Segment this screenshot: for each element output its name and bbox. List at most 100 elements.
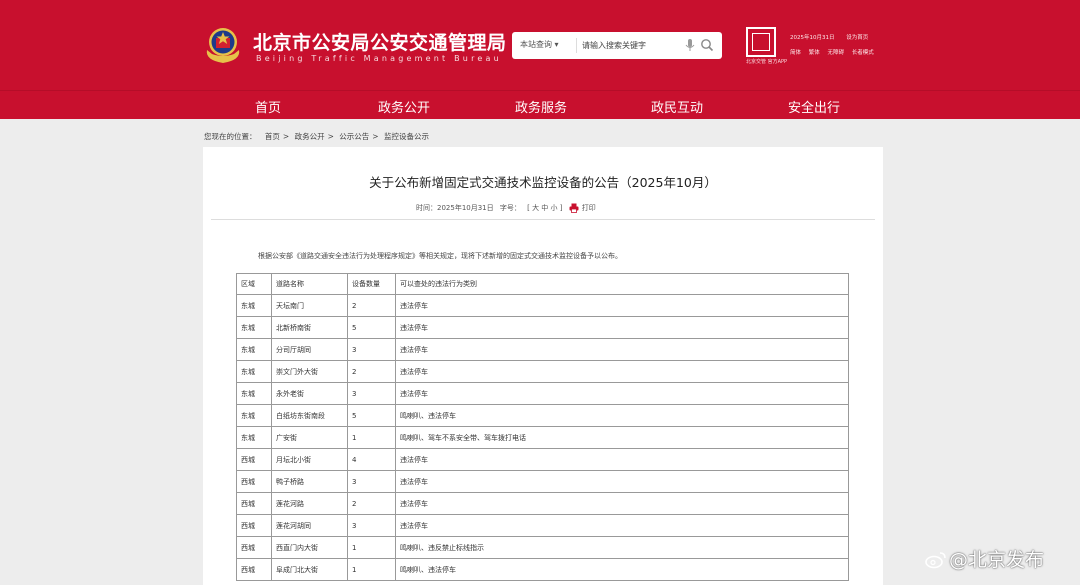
nav-government-affairs[interactable]: 政务公开: [378, 97, 430, 116]
table-header-cell: 可以查处的违法行为类别: [395, 273, 849, 295]
site-title: 北京市公安局公安交通管理局: [253, 32, 507, 54]
breadcrumb-government-affairs[interactable]: 政务公开: [295, 132, 325, 141]
table-cell: 西城: [236, 470, 272, 493]
table-cell: 北新桥南街: [271, 316, 348, 339]
table-cell: 西城: [236, 514, 272, 537]
table-cell: 月坛北小街: [271, 448, 348, 471]
app-qr-logo-icon[interactable]: [746, 27, 776, 57]
article-title: 关于公布新增固定式交通技术监控设备的公告（2025年10月）: [369, 175, 717, 190]
main-nav: 首页 政务公开 政务服务 政民互动 安全出行: [0, 90, 1080, 119]
table-cell: 4: [347, 448, 396, 471]
table-row: 西城 月坛北小街 4 违法停车: [236, 448, 849, 471]
table-cell: 违法停车: [395, 360, 849, 383]
breadcrumb-home[interactable]: 首页: [265, 132, 280, 141]
table-cell: 西城: [236, 492, 272, 515]
table-cell: 5: [347, 316, 396, 339]
nav-home[interactable]: 首页: [255, 97, 281, 116]
table-cell: 东城: [236, 316, 272, 339]
table-cell: 西直门内大街: [271, 536, 348, 559]
table-row: 东城 白纸坊东街南段 5 鸣喇叭、违法停车: [236, 404, 849, 427]
print-icon[interactable]: [569, 203, 579, 213]
nav-safe-travel[interactable]: 安全出行: [788, 97, 840, 116]
header-date: 2025年10月31日: [790, 35, 835, 41]
table-row: 西城 莲花河胡同 3 违法停车: [236, 514, 849, 537]
traditional-link[interactable]: 繁体: [809, 50, 820, 56]
table-cell: 3: [347, 382, 396, 405]
breadcrumb: 您现在的位置： 首页 > 政务公开 > 公示公告 > 监控设备公示: [204, 132, 429, 141]
breadcrumb-label: 您现在的位置：: [204, 132, 257, 141]
table-cell: 鸭子桥路: [271, 470, 348, 493]
publish-date: 时间：2025年10月31日: [416, 204, 494, 212]
table-cell: 2: [347, 492, 396, 515]
search-icon[interactable]: [700, 38, 714, 52]
table-row: 西城 鸭子桥路 3 违法停车: [236, 470, 849, 493]
simplified-link[interactable]: 简体: [790, 50, 801, 56]
breadcrumb-announcements[interactable]: 公示公告: [339, 132, 369, 141]
table-cell: 永外老街: [271, 382, 348, 405]
table-cell: 东城: [236, 382, 272, 405]
table-cell: 崇文门外大街: [271, 360, 348, 383]
table-cell: 鸣喇叭、驾车不系安全带、驾车拨打电话: [395, 426, 849, 449]
breadcrumb-current[interactable]: 监控设备公示: [384, 132, 429, 141]
table-header-cell: 区域: [236, 273, 272, 295]
table-cell: 分司厅胡同: [271, 338, 348, 361]
table-cell: 西城: [236, 448, 272, 471]
article-intro: 根据公安部《道路交通安全违法行为处理程序规定》等相关规定，现将下述新增的固定式交…: [258, 252, 622, 260]
table-cell: 鸣喇叭、违法停车: [395, 558, 849, 581]
title-divider: [211, 219, 875, 220]
table-cell: 违法停车: [395, 514, 849, 537]
table-row: 东城 天坛南门 2 违法停车: [236, 294, 849, 317]
table-row: 东城 北新桥南街 5 违法停车: [236, 316, 849, 339]
table-cell: 2: [347, 294, 396, 317]
table-cell: 西城: [236, 536, 272, 559]
search-input[interactable]: [582, 36, 682, 54]
table-cell: 东城: [236, 426, 272, 449]
nav-public-interaction[interactable]: 政民互动: [651, 97, 703, 116]
table-cell: 西城: [236, 558, 272, 581]
table-cell: 广安街: [271, 426, 348, 449]
table-cell: 东城: [236, 294, 272, 317]
police-emblem-icon: [206, 28, 240, 63]
table-row: 西城 西直门内大街 1 鸣喇叭、违反禁止标线指示: [236, 536, 849, 559]
site-subtitle: Beijing Traffic Management Bureau: [256, 54, 502, 63]
header-tools-top: 2025年10月31日 设为首页: [790, 33, 878, 41]
elder-mode-link[interactable]: 长者模式: [852, 50, 874, 56]
table-row: 西城 莲花河路 2 违法停车: [236, 492, 849, 515]
search-divider: [576, 38, 577, 53]
table-cell: 1: [347, 536, 396, 559]
table-cell: 东城: [236, 338, 272, 361]
table-cell: 违法停车: [395, 492, 849, 515]
table-cell: 2: [347, 360, 396, 383]
table-row: 东城 广安街 1 鸣喇叭、驾车不系安全带、驾车拨打电话: [236, 426, 849, 449]
table-cell: 莲花河路: [271, 492, 348, 515]
table-cell: 3: [347, 514, 396, 537]
table-cell: 违法停车: [395, 316, 849, 339]
table-cell: 东城: [236, 360, 272, 383]
app-qr-caption: 北京交管 官方APP: [746, 59, 788, 65]
microphone-icon[interactable]: [684, 38, 696, 52]
font-size-switch[interactable]: [ 大 中 小 ]: [527, 204, 562, 212]
table-cell: 东城: [236, 404, 272, 427]
table-row: 东城 分司厅胡同 3 违法停车: [236, 338, 849, 361]
table-cell: 天坛南门: [271, 294, 348, 317]
nav-government-services[interactable]: 政务服务: [515, 97, 567, 116]
article-card: 关于公布新增固定式交通技术监控设备的公告（2025年10月） 时间：2025年1…: [203, 147, 883, 585]
table-cell: 莲花河胡同: [271, 514, 348, 537]
set-homepage-link[interactable]: 设为首页: [846, 35, 868, 41]
table-cell: 违法停车: [395, 448, 849, 471]
table-cell: 阜成门北大街: [271, 558, 348, 581]
table-cell: 鸣喇叭、违反禁止标线指示: [395, 536, 849, 559]
article-meta: 时间：2025年10月31日 字号： [ 大 中 小 ] 打印: [416, 203, 600, 213]
site-header: 北京市公安局公安交通管理局 Beijing Traffic Management…: [0, 0, 1080, 90]
table-cell: 5: [347, 404, 396, 427]
table-cell: 1: [347, 426, 396, 449]
accessibility-link[interactable]: 无障碍: [828, 50, 845, 56]
search-scope-dropdown[interactable]: 本站查询 ▾: [520, 39, 559, 50]
table-row: 东城 崇文门外大街 2 违法停车: [236, 360, 849, 383]
table-header-row: 区域 道路名称 设备数量 可以查处的违法行为类别: [236, 273, 849, 295]
watermark-text: @北京发布: [949, 549, 1045, 571]
table-cell: 3: [347, 338, 396, 361]
print-link[interactable]: 打印: [582, 204, 596, 212]
font-size-label: 字号：: [499, 204, 521, 212]
table-cell: 白纸坊东街南段: [271, 404, 348, 427]
